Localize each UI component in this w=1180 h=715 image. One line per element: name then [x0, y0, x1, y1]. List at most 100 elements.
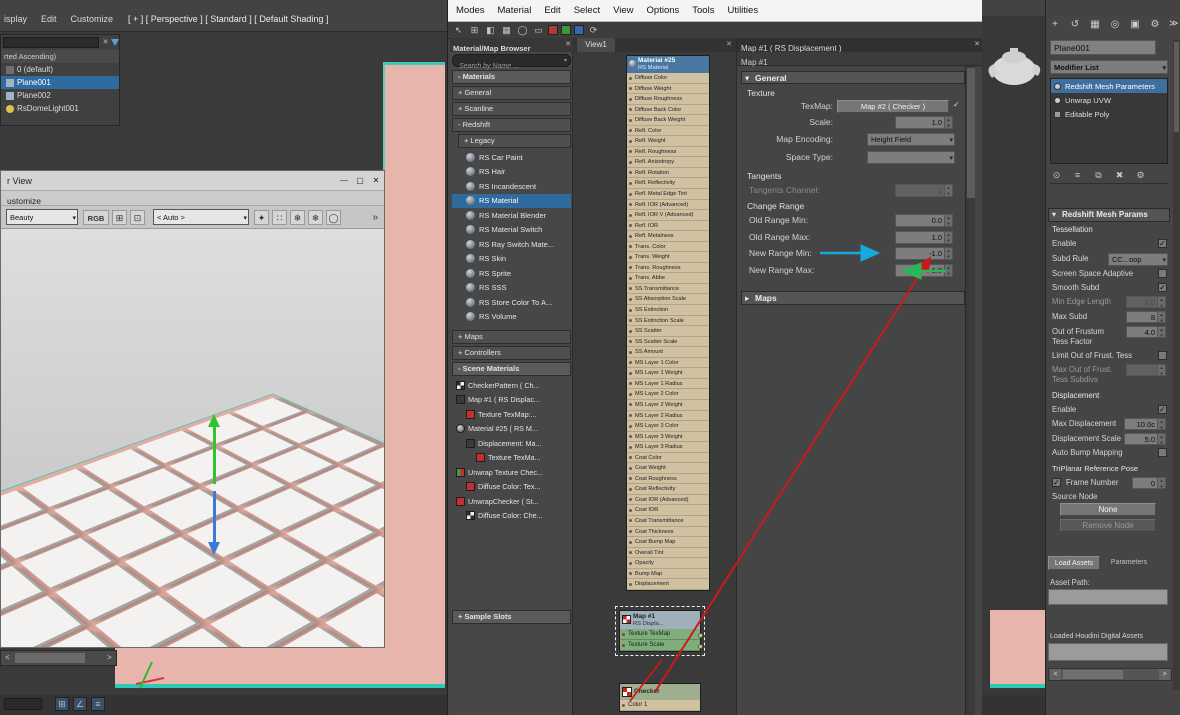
- node-slot[interactable]: Refl. Metal Edge Tint: [627, 189, 709, 200]
- smooth-subd-checkbox[interactable]: [1158, 283, 1167, 292]
- modifier-enable-icon[interactable]: [1054, 96, 1061, 104]
- rollout-maps[interactable]: Maps: [741, 291, 965, 305]
- node-slot[interactable]: Overall Tint: [627, 547, 709, 559]
- section-general[interactable]: + General: [452, 86, 571, 100]
- output-socket[interactable]: [698, 644, 703, 649]
- texmap-button[interactable]: Map #2 ( Checker ): [837, 100, 949, 113]
- region-icon[interactable]: ⊡: [130, 209, 145, 225]
- frame-number-spinner-arrows[interactable]: ▴ ▾: [1158, 477, 1166, 489]
- explorer-search-input[interactable]: [3, 37, 99, 48]
- render-canvas[interactable]: [1, 229, 384, 647]
- old-range-min-spinner-arrows[interactable]: ▴ ▾: [945, 214, 953, 227]
- frame-number-checkbox[interactable]: [1052, 478, 1061, 487]
- material-list-item[interactable]: RS Material: [452, 193, 571, 208]
- scroll-left-button[interactable]: <: [2, 652, 13, 664]
- parameter-scrollbar[interactable]: [965, 66, 975, 715]
- explorer-row[interactable]: RsDomeLight001: [1, 102, 119, 115]
- rollout-general[interactable]: General: [741, 71, 965, 84]
- viewport-shading-label[interactable]: [ + ] [ Perspective ] [ Standard ] [ Def…: [128, 13, 328, 26]
- new-range-min-spinner[interactable]: -1.0: [895, 247, 945, 260]
- load-assets-tab[interactable]: Load Assets: [1048, 556, 1100, 570]
- node-slot[interactable]: Coat Color: [627, 452, 709, 464]
- section-scene-materials[interactable]: - Scene Materials: [452, 362, 571, 376]
- view1-tab[interactable]: View1: [577, 38, 615, 52]
- menu-item[interactable]: Utilities: [727, 5, 758, 16]
- material-list-item[interactable]: RS Material Switch: [452, 223, 571, 238]
- node-slot[interactable]: Refl. Color: [627, 125, 709, 137]
- limit-out-of-frustum-checkbox[interactable]: [1158, 351, 1167, 360]
- snowflake-freeze2-icon[interactable]: ❄: [308, 209, 323, 225]
- scroll-thumb[interactable]: [15, 653, 85, 663]
- display-tab-icon[interactable]: ▣: [1128, 18, 1142, 32]
- node-slot[interactable]: MS Layer 1 Weight: [627, 368, 709, 379]
- node-slot[interactable]: Bump Map: [627, 568, 709, 580]
- parameter-breadcrumb-bar[interactable]: Map #1: [737, 52, 984, 67]
- node-slot[interactable]: Opacity: [627, 558, 709, 569]
- node-slot[interactable]: Coat Weight: [627, 463, 709, 474]
- maximize-button[interactable]: ▢: [352, 174, 368, 188]
- angle-snap-icon[interactable]: ∠: [73, 697, 87, 711]
- motion-tab-icon[interactable]: ◎: [1108, 18, 1122, 32]
- menu-item[interactable]: Customize: [71, 14, 114, 24]
- node-slot-texture-scale[interactable]: Texture Scale: [620, 640, 700, 651]
- node-slot[interactable]: Coat Thickness: [627, 526, 709, 538]
- modifier-row-unwrap-uvw[interactable]: Unwrap UVW: [1051, 93, 1167, 107]
- modifier-stack[interactable]: Redshift Mesh Parameters Unwrap UVW Edit…: [1050, 78, 1168, 164]
- scrollbar-thumb[interactable]: [967, 68, 975, 198]
- menu-item[interactable]: View: [613, 5, 633, 16]
- node-slot[interactable]: Coat IOR (Advanced): [627, 494, 709, 506]
- modifier-row-redshift-mesh-parameters[interactable]: Redshift Mesh Parameters: [1051, 79, 1167, 93]
- node-slot[interactable]: Coat Bump Map: [627, 537, 709, 548]
- node-slot[interactable]: Displacement: [627, 579, 709, 590]
- snapshot-auto-dropdown[interactable]: < Auto >: [153, 209, 249, 225]
- grid-icon[interactable]: ⊞: [112, 209, 127, 225]
- node-slot[interactable]: Refl. IOR: [627, 220, 709, 232]
- scene-material-item[interactable]: CheckerPattern ( Ch...: [452, 378, 571, 393]
- parameter-panel-close-icon[interactable]: ✕: [974, 38, 980, 52]
- source-node-none-button[interactable]: None: [1060, 503, 1156, 516]
- texmap-enable-check-icon[interactable]: ✓: [953, 100, 960, 109]
- scroll-right-button[interactable]: >: [104, 652, 115, 664]
- map-encoding-dropdown[interactable]: Height Field: [867, 133, 955, 146]
- show-end-result-icon[interactable]: ▦: [500, 24, 513, 37]
- asset-path-field[interactable]: [1048, 589, 1168, 605]
- node-slot[interactable]: Diffuse Back Weight: [627, 115, 709, 126]
- checker-node-header[interactable]: Checker: [620, 684, 700, 700]
- rgb-channels-button[interactable]: RGB: [83, 209, 109, 225]
- show-map-icon[interactable]: ◧: [484, 24, 497, 37]
- menu-item[interactable]: Options: [647, 5, 680, 16]
- hda-horizontal-scrollbar[interactable]: < >: [1048, 668, 1172, 681]
- node-slot[interactable]: Trans. Weight: [627, 252, 709, 263]
- browser-header[interactable]: Material/Map Browser ✕: [450, 38, 573, 53]
- max-displacement-spinner-arrows[interactable]: ▴ ▾: [1158, 418, 1166, 430]
- scene-material-item[interactable]: Map #1 ( RS Displac...: [452, 393, 571, 408]
- output-socket[interactable]: [698, 633, 703, 638]
- material-list-item[interactable]: RS Material Blender: [452, 208, 571, 223]
- node-slot[interactable]: SS Extinction Scale: [627, 315, 709, 327]
- node-slot[interactable]: Refl. Weight: [627, 136, 709, 147]
- pin-stack-icon[interactable]: ⊙: [1050, 169, 1063, 182]
- old-range-max-spinner-arrows[interactable]: ▴ ▾: [945, 231, 953, 244]
- explorer-row[interactable]: 0 (default): [1, 63, 119, 76]
- scene-material-item[interactable]: Displacement: Ma...: [452, 436, 571, 451]
- browser-search-input[interactable]: Search by Name ... ▾: [452, 54, 571, 70]
- snowflake-freeze-icon[interactable]: ❄: [290, 209, 305, 225]
- scene-material-item[interactable]: Diffuse Color: Che...: [452, 509, 571, 524]
- blue-swatch-icon[interactable]: [574, 25, 584, 35]
- menu-item[interactable]: isplay: [4, 14, 27, 24]
- space-type-dropdown[interactable]: [867, 151, 955, 164]
- node-slot[interactable]: Refl. Rotation: [627, 167, 709, 179]
- modifier-list-dropdown[interactable]: Modifier List: [1050, 60, 1168, 74]
- green-swatch-icon[interactable]: [561, 25, 571, 35]
- new-range-min-spinner-arrows[interactable]: ▴ ▾: [945, 247, 953, 260]
- node-slot[interactable]: MS Layer 1 Color: [627, 357, 709, 369]
- scale-spinner[interactable]: 1.0: [895, 116, 945, 129]
- node-slot[interactable]: SS Transmittance: [627, 283, 709, 295]
- node-slot[interactable]: Coat Transmittance: [627, 515, 709, 527]
- node-slot[interactable]: Trans. Color: [627, 241, 709, 253]
- node-slot[interactable]: MS Layer 3 Radius: [627, 442, 709, 453]
- section-sample-slots[interactable]: + Sample Slots: [452, 610, 571, 624]
- max-subd-spinner[interactable]: 8: [1126, 311, 1158, 323]
- modifier-enable-icon[interactable]: [1054, 82, 1061, 90]
- section-scanline[interactable]: + Scanline: [452, 102, 571, 116]
